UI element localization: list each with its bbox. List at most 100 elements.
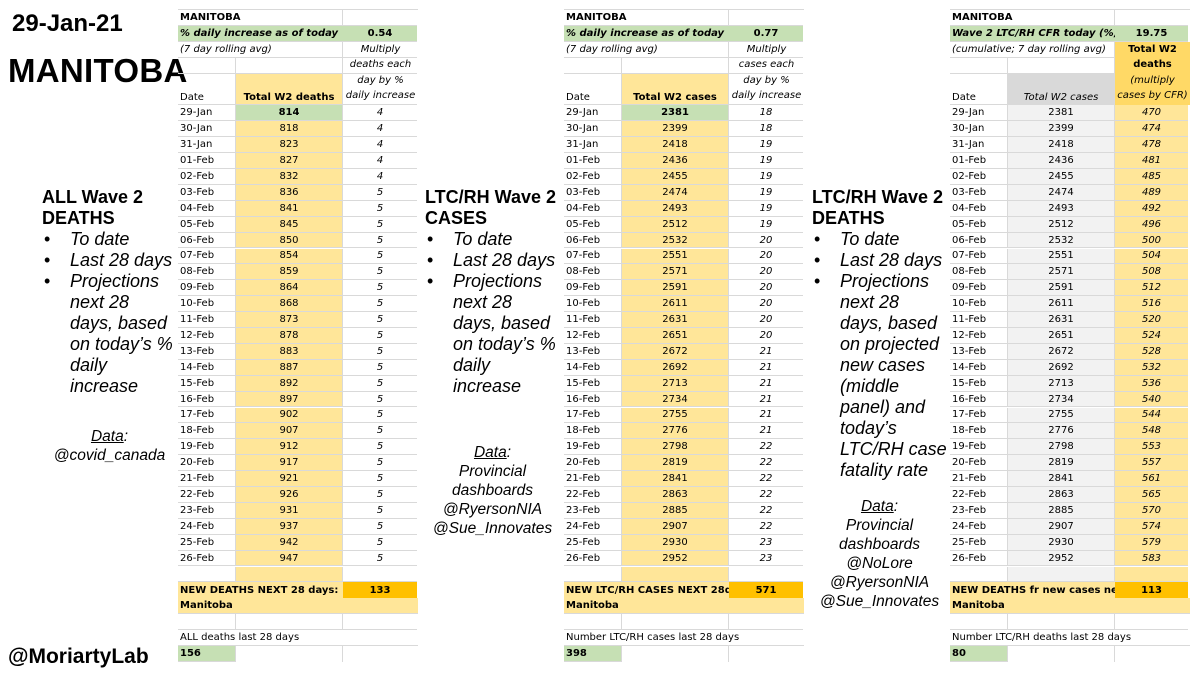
col2-value: 2776 xyxy=(622,423,729,440)
date-cell: 19-Feb xyxy=(178,439,236,456)
table-row: 31-Jan 2418 478 xyxy=(950,137,1188,154)
table-row: 05-Feb 2512 496 xyxy=(950,216,1188,233)
empty-cell xyxy=(564,57,622,74)
col3-value: 474 xyxy=(1115,121,1188,138)
date-cell: 18-Feb xyxy=(178,423,236,440)
col3-value: 19 xyxy=(729,137,803,154)
col3-value: 18 xyxy=(729,121,803,138)
col2-value: 873 xyxy=(236,312,343,328)
table-row: 15-Feb 892 5 xyxy=(178,375,417,392)
date-cell: 03-Feb xyxy=(564,184,622,201)
table-row: 19-Feb 2798 22 xyxy=(564,439,803,456)
data-source: Data: @covid_canada xyxy=(53,428,166,464)
empty-cell xyxy=(622,566,729,583)
date-header: Date xyxy=(950,73,1008,106)
note-title: DEATHS xyxy=(812,208,885,228)
col2-value: 2952 xyxy=(622,550,729,567)
summary-region: Manitoba xyxy=(564,598,804,615)
col2-value: 836 xyxy=(236,184,343,201)
table-row: 19-Feb 912 5 xyxy=(178,439,417,456)
col3-value: 20 xyxy=(729,280,803,297)
date-cell: 05-Feb xyxy=(178,216,236,233)
col3-value: 20 xyxy=(729,328,803,344)
table-row: 09-Feb 2591 20 xyxy=(564,280,803,297)
col2-value: 2418 xyxy=(622,137,729,154)
col3-value: 5 xyxy=(343,312,417,328)
table-row: 12-Feb 2651 524 xyxy=(950,328,1188,344)
date-cell: 21-Feb xyxy=(178,471,236,487)
col2-value: 2841 xyxy=(1008,471,1115,487)
date-cell: 10-Feb xyxy=(178,296,236,313)
table-row: 10-Feb 2611 516 xyxy=(950,296,1188,313)
date-cell: 05-Feb xyxy=(950,216,1008,233)
last28-label: ALL deaths last 28 days xyxy=(178,630,418,646)
col2-value: 2591 xyxy=(622,280,729,297)
col2-value: 2651 xyxy=(1008,328,1115,344)
col2-value: 2512 xyxy=(622,216,729,233)
table-row: 13-Feb 883 5 xyxy=(178,343,417,360)
col2-value: 2611 xyxy=(1008,296,1115,313)
col3-value: 23 xyxy=(729,535,803,551)
table-row: 01-Feb 2436 481 xyxy=(950,153,1188,169)
date-cell: 15-Feb xyxy=(564,375,622,392)
note-bullet: Projections next 28 days, based on today… xyxy=(425,271,560,397)
rate-row: % daily increase as of today 0.77 xyxy=(564,25,803,42)
empty-cell xyxy=(1115,646,1188,662)
last28-value-row: 80 xyxy=(950,646,1188,662)
table-row: 26-Feb 2952 583 xyxy=(950,550,1188,567)
empty-cell xyxy=(622,57,729,74)
date-cell: 17-Feb xyxy=(950,407,1008,424)
col3-value: 5 xyxy=(343,280,417,297)
empty-cell xyxy=(178,566,236,583)
empty-cell xyxy=(236,566,343,583)
date-cell: 23-Feb xyxy=(564,502,622,519)
note-bullet: To date xyxy=(812,229,947,250)
date-cell: 17-Feb xyxy=(564,407,622,424)
col3-header-line: daily increase xyxy=(731,90,802,102)
table-row: 24-Feb 2907 22 xyxy=(564,518,803,535)
table-row: 31-Jan 823 4 xyxy=(178,137,417,154)
blank-row xyxy=(564,566,803,583)
empty-cell xyxy=(564,614,622,631)
date-cell: 23-Feb xyxy=(178,502,236,519)
table-row: 30-Jan 818 4 xyxy=(178,121,417,138)
col3-value: 20 xyxy=(729,249,803,265)
date-cell: 29-Jan xyxy=(950,105,1008,122)
col2-value: 2532 xyxy=(1008,232,1115,249)
date-cell: 02-Feb xyxy=(950,169,1008,185)
rate-label: % daily increase as of today xyxy=(178,25,343,42)
table-row: 12-Feb 878 5 xyxy=(178,328,417,344)
table-row: 11-Feb 2631 520 xyxy=(950,312,1188,328)
date-cell: 22-Feb xyxy=(178,487,236,503)
col3-value: 574 xyxy=(1115,518,1188,535)
last28-value: 156 xyxy=(178,646,236,662)
empty-cell xyxy=(729,614,803,631)
col3-header: Multiply deaths each day by % daily increas… xyxy=(343,42,418,106)
col3-value: 540 xyxy=(1115,391,1188,408)
col2-value: 827 xyxy=(236,153,343,169)
table-row: 01-Feb 2436 19 xyxy=(564,153,803,169)
table-row: 25-Feb 942 5 xyxy=(178,534,417,551)
date-cell: 03-Feb xyxy=(178,184,236,201)
col2-header: Total W2 cases xyxy=(622,73,729,106)
col3-value: 5 xyxy=(343,439,417,456)
col3-value: 5 xyxy=(343,471,417,487)
rate-row: % daily increase as of today 0.54 xyxy=(178,25,417,42)
col3-header-line: cases each xyxy=(738,59,795,71)
date-cell: 30-Jan xyxy=(950,121,1008,138)
date-cell: 01-Feb xyxy=(178,153,236,169)
data-source: Data: Provincial dashboards @RyersonNIA @Sue… xyxy=(432,444,553,537)
col2-value: 864 xyxy=(236,280,343,297)
table-row: 20-Feb 917 5 xyxy=(178,455,417,472)
empty-cell xyxy=(236,646,343,662)
table-row: 11-Feb 2631 20 xyxy=(564,312,803,328)
date-header: Date xyxy=(564,73,622,106)
note-bullet: Last 28 days xyxy=(42,250,177,271)
table-row: 18-Feb 2776 21 xyxy=(564,423,803,440)
summary-region-row: Manitoba xyxy=(564,598,804,615)
col2-value: 931 xyxy=(236,502,343,519)
col2-header: Total W2 cases xyxy=(1008,73,1115,106)
table-row: 13-Feb 2672 528 xyxy=(950,343,1188,360)
empty-cell xyxy=(343,646,417,662)
data-source-label: Data xyxy=(90,428,124,445)
